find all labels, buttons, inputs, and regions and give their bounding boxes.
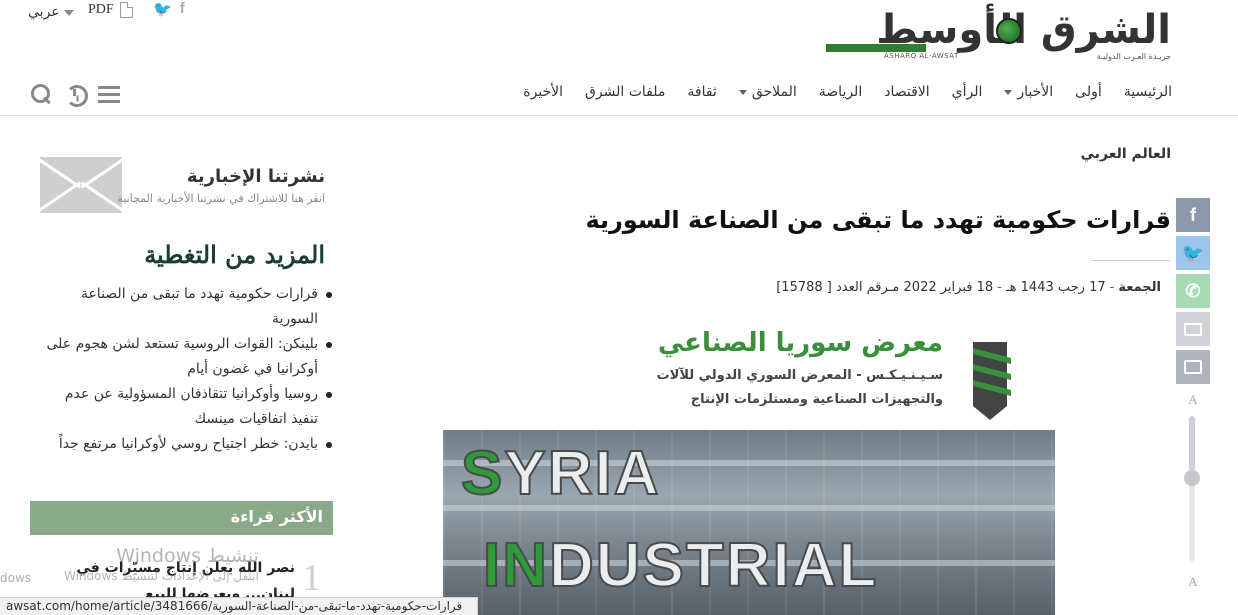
article-title: قرارات حكومية تهدد ما تبقى من الصناعة ال… bbox=[585, 206, 1172, 234]
main-nav: الرئيسية أولى الأخبار الرأي الاقتصاد الرياضة ا… bbox=[0, 70, 1238, 116]
more-coverage-item[interactable]: بايدن: خطر اجتياح روسي لأوكرانيا مرتفع ج… bbox=[34, 432, 334, 457]
pdf-link[interactable]: PDF bbox=[88, 2, 133, 18]
nav-item-label: الرئيسية bbox=[1123, 84, 1172, 100]
pdf-label: PDF bbox=[88, 2, 114, 17]
font-size-slider-fill bbox=[1189, 416, 1195, 479]
chevron-down-icon bbox=[63, 10, 74, 16]
nav-item-label: الأخيرة bbox=[523, 84, 564, 100]
nav-items: الرئيسية أولى الأخبار الرأي الاقتصاد الرياضة ا… bbox=[523, 84, 1172, 100]
mail-icon bbox=[1184, 322, 1202, 336]
facebook-icon: f bbox=[1190, 204, 1196, 225]
language-selector[interactable]: عربي bbox=[28, 4, 74, 20]
top-bar: عربي PDF 🐦 f الشرق الأوسط ASHARQ AL-AWSA… bbox=[0, 0, 1238, 70]
image-word-industrial: INDUSTRIAL bbox=[482, 530, 879, 601]
whatsapp-icon: ✆ bbox=[1185, 280, 1201, 301]
search-icon[interactable] bbox=[30, 83, 52, 105]
date-day: الجمعة bbox=[1118, 280, 1161, 295]
article-dateline: الجمعة-17 رجب 1443 هـ-18 فبراير 2022 مـر… bbox=[776, 280, 1161, 295]
nav-item[interactable]: الأخبار bbox=[1004, 84, 1053, 100]
twitter-share-button[interactable]: 🐦 bbox=[1176, 236, 1210, 270]
nav-item[interactable]: ثقافة bbox=[687, 84, 716, 100]
font-decrease-button[interactable]: A bbox=[1180, 574, 1206, 590]
printer-icon bbox=[1184, 360, 1202, 374]
facebook-icon[interactable]: f bbox=[180, 0, 185, 18]
font-increase-button[interactable]: A bbox=[1180, 392, 1206, 408]
whatsapp-share-button[interactable]: ✆ bbox=[1176, 274, 1210, 308]
nav-item-label: ثقافة bbox=[687, 84, 717, 100]
nav-item[interactable]: أولى bbox=[1075, 84, 1102, 100]
pdf-icon bbox=[119, 2, 133, 18]
history-icon[interactable] bbox=[64, 83, 88, 107]
expo-subtitle-2: والتجهيزات الصناعية ومستلزمات الإنتاج bbox=[690, 392, 943, 407]
facebook-share-button[interactable]: f bbox=[1176, 198, 1210, 232]
nav-item-label: أولى bbox=[1075, 84, 1102, 100]
site-logo[interactable]: الشرق الأوسط ASHARQ AL-AWSAT جريـدة العـ… bbox=[826, 7, 1172, 64]
expo-screw-logo bbox=[973, 342, 1011, 420]
nav-item[interactable]: الاقتصاد bbox=[884, 84, 929, 100]
nav-item[interactable]: الأخيرة bbox=[523, 84, 563, 100]
more-coverage-title: المزيد من التغطية bbox=[144, 240, 325, 269]
most-read-rank: 1 bbox=[302, 557, 321, 599]
print-button[interactable] bbox=[1176, 350, 1210, 384]
date-hijri: 17 رجب 1443 هـ bbox=[1005, 280, 1106, 295]
more-coverage-item[interactable]: روسيا وأوكرانيا تتقاذفان المسؤولية عن عد… bbox=[34, 382, 334, 432]
nav-item-label: الأخبار bbox=[1017, 84, 1054, 100]
top-social-links: 🐦 f bbox=[153, 0, 185, 18]
font-size-slider-knob[interactable] bbox=[1184, 470, 1200, 487]
twitter-icon: 🐦 bbox=[1181, 242, 1205, 263]
nav-item-label: الملاحق bbox=[751, 84, 797, 100]
browser-status-url: awsat.com/home/article/3481666/قرارات-حك… bbox=[0, 597, 478, 615]
more-coverage-list: قرارات حكومية تهدد ما تبقى من الصناعة ال… bbox=[34, 282, 334, 457]
expo-title: معرض سوريا الصناعي bbox=[657, 328, 943, 358]
expo-subtitle-1: سـيـنـيـكـس - المعرض السوري الدولي للآلا… bbox=[656, 368, 943, 383]
title-divider bbox=[1092, 260, 1170, 261]
expo-banner: معرض سوريا الصناعي سـيـنـيـكـس - المعرض … bbox=[443, 320, 1055, 430]
nav-item[interactable]: الرياضة bbox=[819, 84, 862, 100]
twitter-icon[interactable]: 🐦 bbox=[153, 0, 172, 18]
section-label[interactable]: العالم العربي bbox=[1081, 146, 1171, 162]
logo-text: الشرق الأوسط bbox=[876, 7, 1172, 53]
more-coverage-item[interactable]: قرارات حكومية تهدد ما تبقى من الصناعة ال… bbox=[34, 282, 334, 332]
date-gregorian: 18 فبراير 2022 مـ bbox=[888, 280, 994, 295]
font-size-slider[interactable] bbox=[1189, 416, 1195, 561]
newsletter-title[interactable]: نشرتنا الإخبارية bbox=[187, 166, 325, 187]
logo-subtitle-en: ASHARQ AL-AWSAT bbox=[884, 52, 959, 60]
nav-item[interactable]: الملاحق bbox=[738, 84, 797, 100]
nav-item-label: الرياضة bbox=[818, 84, 863, 100]
language-label: عربي bbox=[28, 4, 60, 20]
image-word-syria: SYRIA bbox=[460, 438, 661, 509]
nav-item-label: الرأي bbox=[951, 84, 983, 100]
chevron-down-icon bbox=[1004, 89, 1013, 95]
nav-item[interactable]: الرئيسية bbox=[1124, 84, 1172, 100]
most-read-header: الأكثر قراءة bbox=[30, 501, 333, 535]
more-coverage-item[interactable]: بلينكن: القوات الروسية تستعد لشن هجوم عل… bbox=[34, 332, 334, 382]
issue-number: رقم العدد [ 15788] bbox=[776, 280, 889, 295]
article-image: معرض سوريا الصناعي سـيـنـيـكـس - المعرض … bbox=[443, 320, 1055, 615]
watermark-fragment: dows bbox=[0, 571, 32, 585]
menu-icon[interactable] bbox=[98, 83, 120, 105]
nav-item[interactable]: الرأي bbox=[952, 84, 983, 100]
newsletter-subtitle[interactable]: انقر هنا للاشتراك في نشرتنا الأخبارية ال… bbox=[117, 192, 325, 205]
nav-item-label: الاقتصاد bbox=[884, 84, 930, 100]
nav-tools bbox=[30, 83, 120, 107]
nav-item[interactable]: ملفات الشرق bbox=[585, 84, 665, 100]
globe-icon bbox=[996, 18, 1022, 44]
share-bar: f 🐦 ✆ bbox=[1176, 198, 1210, 388]
chevron-down-icon bbox=[738, 89, 747, 95]
email-share-button[interactable] bbox=[1176, 312, 1210, 346]
nav-item-label: ملفات الشرق bbox=[585, 84, 666, 100]
newsletter-envelope-icon[interactable] bbox=[40, 157, 122, 213]
logo-subtitle-ar: جريـدة العـرب الدوليـة bbox=[1096, 52, 1171, 61]
